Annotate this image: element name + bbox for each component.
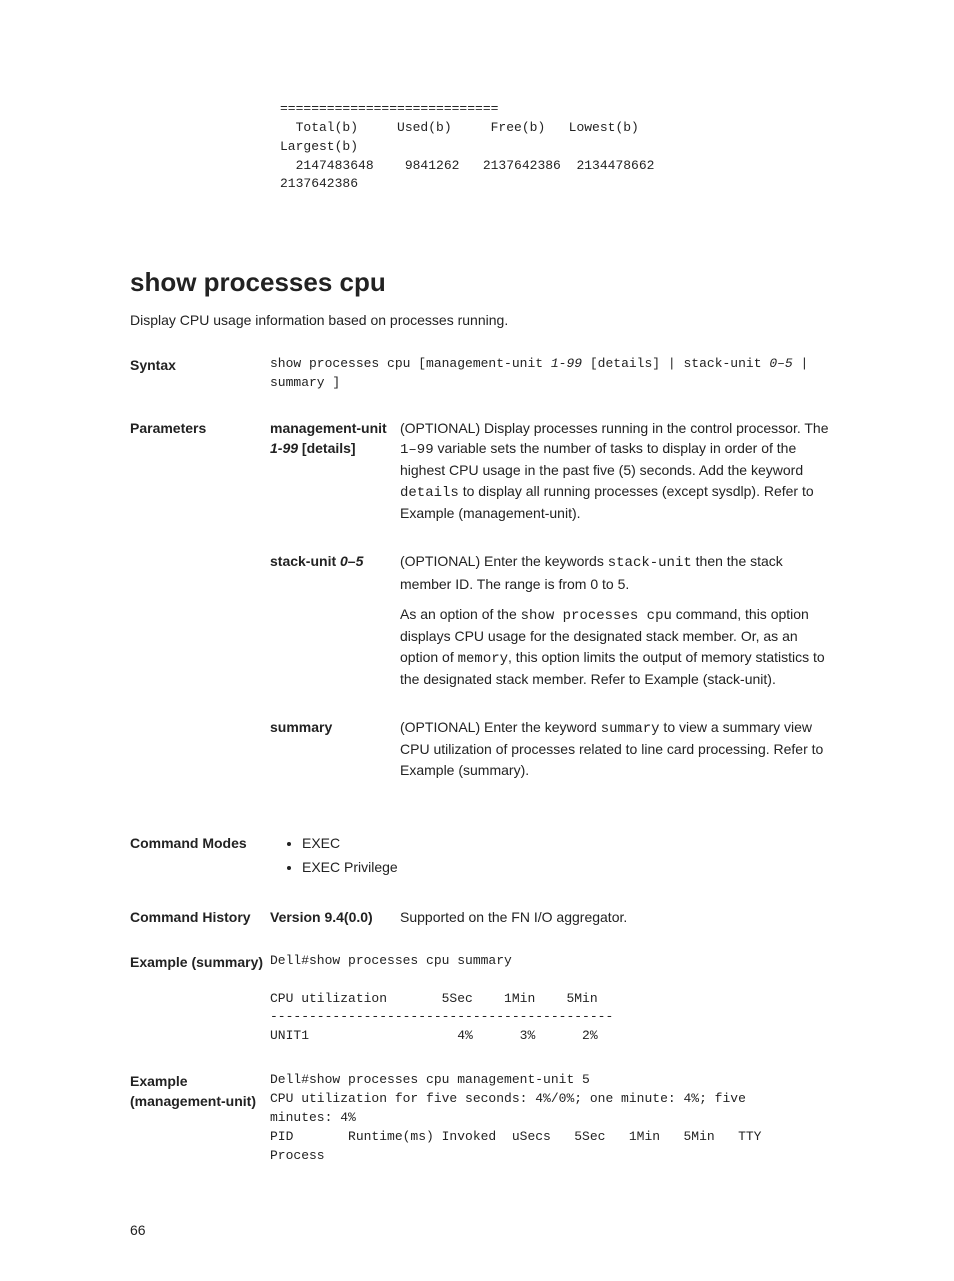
command-modes-row: Command Modes EXEC EXEC Privilege [130, 833, 834, 882]
param-name: management-unit 1-99 [details] [270, 418, 400, 459]
command-modes-label: Command Modes [130, 833, 270, 853]
param-name: summary [270, 717, 400, 737]
command-history-label: Command History [130, 907, 270, 927]
section-intro: Display CPU usage information based on p… [130, 310, 834, 330]
command-history-row: Command History Version 9.4(0.0) Support… [130, 907, 834, 927]
syntax-row: Syntax show processes cpu [management-un… [130, 355, 834, 393]
param-row: management-unit 1-99 [details](OPTIONAL)… [270, 418, 834, 533]
syntax-content: show processes cpu [management-unit 1-99… [270, 355, 834, 393]
param-desc: (OPTIONAL) Enter the keyword summary to … [400, 717, 834, 790]
mode-item: EXEC [302, 833, 834, 853]
command-history-content: Version 9.4(0.0) Supported on the FN I/O… [270, 907, 834, 927]
example-summary-content: Dell#show processes cpu summary CPU util… [270, 952, 834, 1046]
param-row: summary(OPTIONAL) Enter the keyword summ… [270, 717, 834, 790]
parameters-label: Parameters [130, 418, 270, 438]
history-desc: Supported on the FN I/O aggregator. [400, 907, 627, 927]
top-memory-block: ============================ Total(b) Us… [280, 100, 834, 194]
example-mgmt-row: Example (management-unit) Dell#show proc… [130, 1071, 834, 1165]
example-summary-row: Example (summary) Dell#show processes cp… [130, 952, 834, 1046]
mode-item: EXEC Privilege [302, 857, 834, 877]
history-version: Version 9.4(0.0) [270, 907, 400, 927]
param-desc: (OPTIONAL) Enter the keywords stack-unit… [400, 551, 834, 699]
parameters-row: Parameters management-unit 1-99 [details… [130, 418, 834, 808]
param-desc: (OPTIONAL) Display processes running in … [400, 418, 834, 533]
section-heading: show processes cpu [130, 264, 834, 302]
example-summary-label: Example (summary) [130, 952, 270, 972]
parameters-content: management-unit 1-99 [details](OPTIONAL)… [270, 418, 834, 808]
command-modes-content: EXEC EXEC Privilege [270, 833, 834, 882]
page-number: 66 [130, 1220, 834, 1240]
example-mgmt-label: Example (management-unit) [130, 1071, 270, 1112]
param-row: stack-unit 0–5(OPTIONAL) Enter the keywo… [270, 551, 834, 699]
syntax-label: Syntax [130, 355, 270, 375]
example-mgmt-content: Dell#show processes cpu management-unit … [270, 1071, 834, 1165]
param-name: stack-unit 0–5 [270, 551, 400, 571]
